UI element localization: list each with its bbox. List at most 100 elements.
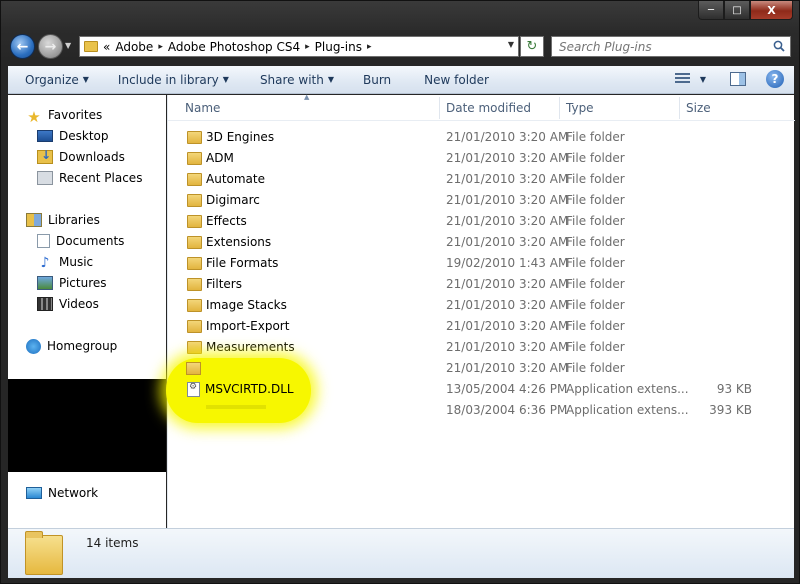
search-icon[interactable] [773,40,785,52]
file-name: Effects [206,214,247,228]
libraries-icon [26,213,42,227]
folder-icon [187,278,202,291]
file-name: File Formats [206,256,279,270]
search-box[interactable] [551,36,791,57]
file-name: Automate [206,172,265,186]
address-dropdown-icon[interactable]: ▼ [508,40,514,49]
column-header-type[interactable]: Type [566,101,594,115]
desktop-icon [37,130,53,142]
sidebar-item-libraries[interactable]: Libraries [26,210,100,230]
file-date: 21/01/2010 3:20 AM [446,277,569,291]
file-date: 21/01/2010 3:20 AM [446,172,569,186]
file-type: File folder [566,193,625,207]
new-folder-button[interactable]: New folder [400,73,498,87]
details-pane: 14 items [8,528,794,578]
file-name: Measurements [206,340,295,354]
breadcrumb-separator-icon[interactable]: ▸ [305,42,310,52]
help-icon[interactable]: ? [766,70,784,88]
change-view-icon[interactable] [674,72,690,86]
breadcrumb-separator-icon[interactable]: ▸ [367,42,372,52]
column-header-name[interactable]: Name [185,101,220,115]
sidebar-item-videos[interactable]: Videos [37,294,99,314]
back-button[interactable]: ← [10,34,35,59]
file-row[interactable]: Extensions 21/01/2010 3:20 AM File folde… [168,232,795,253]
file-row[interactable]: Image Stacks 21/01/2010 3:20 AM File fol… [168,295,795,316]
sidebar-item-homegroup[interactable]: Homegroup [26,336,117,356]
sidebar-item-music[interactable]: ♪ Music [37,252,94,272]
file-row[interactable]: 3D Engines 21/01/2010 3:20 AM File folde… [168,127,795,148]
sidebar-item-label: Homegroup [47,339,118,353]
column-header-size[interactable]: Size [686,101,711,115]
sidebar-item-favorites[interactable]: ★ Favorites [26,105,102,126]
breadcrumb-overflow[interactable]: « [103,40,110,54]
sidebar-item-network[interactable]: Network [26,483,98,503]
file-row[interactable]: Measurements 21/01/2010 3:20 AM File fol… [168,337,795,358]
pictures-icon [37,276,53,290]
include-label: Include in library [117,72,219,87]
column-divider[interactable] [439,97,440,119]
file-name: Filters [206,277,242,291]
file-name: Extensions [206,235,272,249]
sidebar-item-desktop[interactable]: Desktop [37,126,109,146]
view-controls: ▼ ? [674,70,784,88]
folder-icon [84,41,98,52]
file-row[interactable]: Effects 21/01/2010 3:20 AM File folder [168,211,795,232]
file-date: 18/03/2004 6:36 PM [446,403,568,417]
organize-button[interactable]: Organize ▼ [8,73,98,87]
file-type: File folder [566,235,625,249]
refresh-button[interactable]: ↻ [520,36,544,57]
sidebar-item-downloads[interactable]: Downloads [37,147,125,167]
breadcrumb-plugins[interactable]: Plug-ins [315,40,362,54]
file-row[interactable]: Automate 21/01/2010 3:20 AM File folder [168,169,795,190]
file-row[interactable]: File Formats 19/02/2010 1:43 AM File fol… [168,253,795,274]
file-date: 21/01/2010 3:20 AM [446,193,569,207]
include-in-library-button[interactable]: Include in library ▼ [98,73,238,87]
address-bar[interactable]: « Adobe ▸ Adobe Photoshop CS4 ▸ Plug-ins… [79,36,519,57]
maximize-button[interactable]: □ [724,1,750,20]
dropdown-arrow-icon: ▼ [222,75,229,84]
explorer-window: ─ □ X ← → ▼ « Adobe ▸ Adobe Photoshop CS… [0,0,800,584]
close-button[interactable]: X [750,1,793,20]
sidebar-item-documents[interactable]: Documents [37,231,124,251]
forward-button[interactable]: → [38,34,63,59]
search-input[interactable] [559,39,764,54]
file-name: Import-Export [206,319,290,333]
folder-icon [187,152,202,165]
folder-icon [187,131,202,144]
videos-icon [37,297,53,311]
file-type: File folder [566,298,625,312]
file-row[interactable]: Digimarc 21/01/2010 3:20 AM File folder [168,190,795,211]
organize-label: Organize [25,72,79,87]
file-row[interactable]: Import-Export 21/01/2010 3:20 AM File fo… [168,316,795,337]
file-type: Application extens... [566,382,689,396]
caption-buttons: ─ □ X [698,1,793,21]
file-type: File folder [566,151,625,165]
share-with-button[interactable]: Share with ▼ [238,73,343,87]
sidebar-item-pictures[interactable]: Pictures [37,273,107,293]
view-dropdown-icon[interactable]: ▼ [700,75,706,84]
recent-places-icon [37,171,53,185]
file-row[interactable]: Filters 21/01/2010 3:20 AM File folder [168,274,795,295]
file-list: Name ▲ Date modified Type Size 3D Engine… [167,93,795,528]
file-name: 3D Engines [206,130,275,144]
folder-icon [187,341,202,354]
file-row[interactable]: ADM 21/01/2010 3:20 AM File folder [168,148,795,169]
folder-icon [187,320,202,333]
sidebar-item-label: Network [48,486,99,500]
burn-button[interactable]: Burn [343,73,400,87]
column-divider[interactable] [559,97,560,119]
column-divider[interactable] [679,97,680,119]
sidebar-item-recent-places[interactable]: Recent Places [37,168,142,188]
downloads-icon [37,148,53,164]
breadcrumb-photoshop[interactable]: Adobe Photoshop CS4 [168,40,300,54]
column-header-date[interactable]: Date modified [446,101,531,115]
folder-icon [186,362,201,375]
recent-pages-dropdown-icon[interactable]: ▼ [65,41,71,50]
network-icon [26,487,42,499]
music-icon: ♪ [40,255,50,271]
breadcrumb-adobe[interactable]: Adobe [115,40,153,54]
file-name: Digimarc [206,193,260,207]
breadcrumb-separator-icon[interactable]: ▸ [158,42,163,52]
preview-pane-icon[interactable] [730,72,746,86]
minimize-button[interactable]: ─ [698,1,724,20]
